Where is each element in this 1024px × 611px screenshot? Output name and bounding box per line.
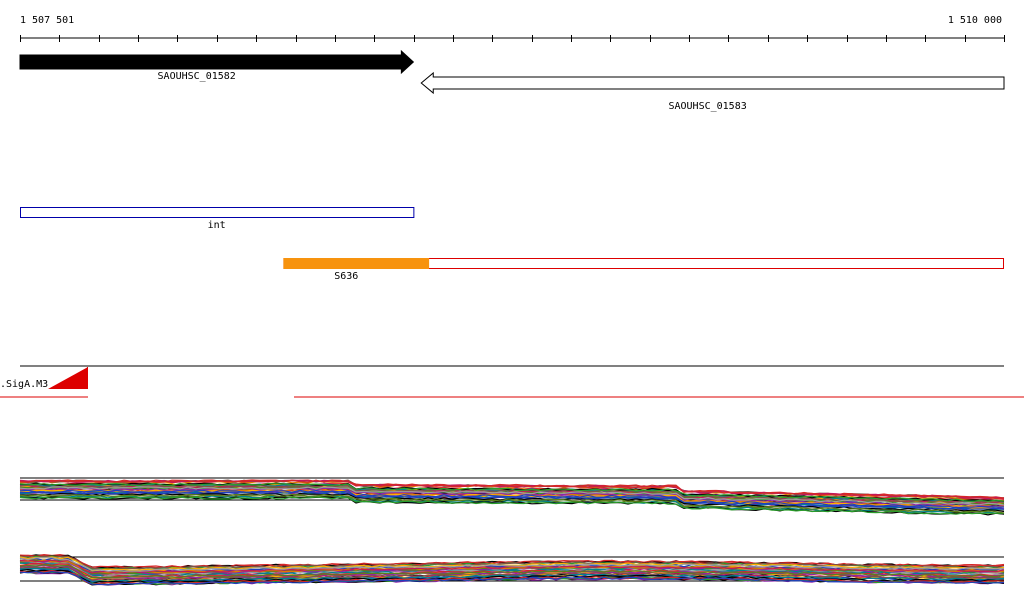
expression-track-top xyxy=(19,477,1005,516)
ruler-end-label: 1 510 000 xyxy=(948,15,1002,26)
genome-browser-view: 1 507 501 1 510 000 SAOUHSC_01582 SAOUHS… xyxy=(0,15,1024,586)
motif-score-triangle xyxy=(48,367,88,389)
gene-arrow-forward[interactable] xyxy=(19,49,415,75)
coordinate-ruler: 1 507 501 1 510 000 xyxy=(20,15,1005,42)
gene-label: SAOUHSC_01583 xyxy=(668,101,746,112)
feature-label: S636 xyxy=(334,271,358,282)
expression-track-bottom xyxy=(19,553,1005,586)
feature-box-int[interactable] xyxy=(20,207,415,218)
gene-arrow-reverse[interactable] xyxy=(420,71,1005,95)
ruler-start-label: 1 507 501 xyxy=(20,15,74,26)
motif-track-label: .SigA.M3 xyxy=(0,379,48,390)
gene-label: SAOUHSC_01582 xyxy=(158,71,236,82)
gene-track: SAOUHSC_01582 SAOUHSC_01583 xyxy=(19,49,1005,112)
feature-track: int S636 xyxy=(20,207,1004,282)
motif-track: .SigA.M3 xyxy=(0,365,1024,398)
feature-fill-s636 xyxy=(283,258,430,269)
feature-label: int xyxy=(208,220,226,231)
